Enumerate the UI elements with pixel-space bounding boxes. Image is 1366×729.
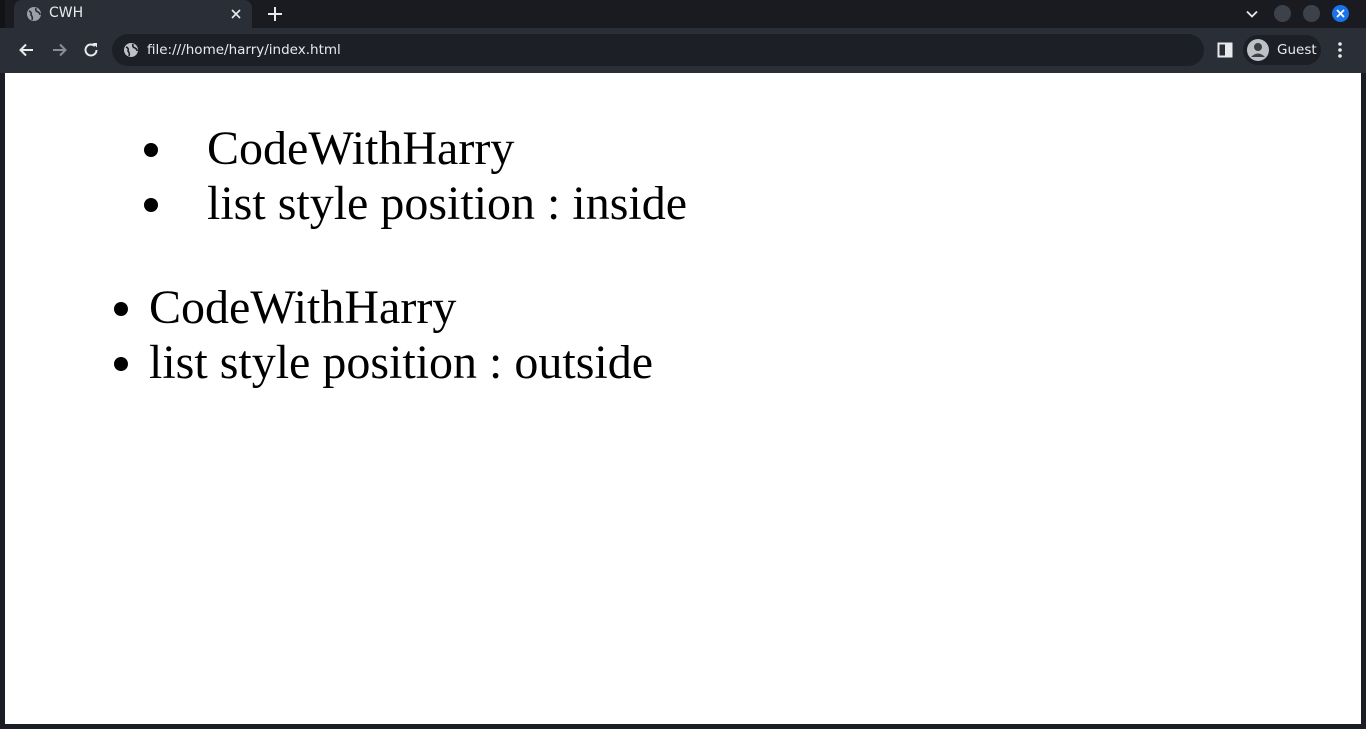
new-tab-icon[interactable] <box>266 5 284 23</box>
browser-toolbar: Guest <box>0 28 1366 73</box>
back-arrow-icon[interactable] <box>17 40 37 60</box>
globe-icon <box>27 7 41 21</box>
list-inside: CodeWithHarry list style position : insi… <box>144 121 687 231</box>
close-icon <box>1336 9 1345 18</box>
tab-title: CWH <box>49 5 84 21</box>
close-window-button[interactable] <box>1332 5 1349 22</box>
list-item: CodeWithHarry <box>149 280 653 335</box>
chevron-down-icon[interactable] <box>1244 6 1260 22</box>
page-viewport: CodeWithHarry list style position : insi… <box>5 73 1361 724</box>
window-bottom-edge <box>0 724 1366 729</box>
avatar-icon <box>1247 39 1269 61</box>
address-bar[interactable] <box>112 34 1204 66</box>
close-tab-icon[interactable] <box>228 6 244 22</box>
tab-strip: CWH <box>0 0 1366 28</box>
list-outside: CodeWithHarry list style position : outs… <box>149 280 653 390</box>
list-item: CodeWithHarry <box>144 121 687 176</box>
list-item: list style position : inside <box>144 176 687 231</box>
site-info-icon[interactable] <box>123 42 139 58</box>
list-item: list style position : outside <box>149 335 653 390</box>
profile-label: Guest <box>1277 42 1317 58</box>
profile-button[interactable]: Guest <box>1243 35 1321 65</box>
side-panel-icon[interactable] <box>1216 41 1234 59</box>
more-menu-icon[interactable] <box>1331 40 1349 60</box>
url-input[interactable] <box>147 34 1187 66</box>
reload-icon[interactable] <box>81 40 101 60</box>
minimize-button[interactable] <box>1274 5 1291 22</box>
forward-arrow-icon[interactable] <box>49 40 69 60</box>
tab-cwh[interactable]: CWH <box>14 0 252 28</box>
window-edge <box>0 0 5 28</box>
maximize-button[interactable] <box>1303 5 1320 22</box>
